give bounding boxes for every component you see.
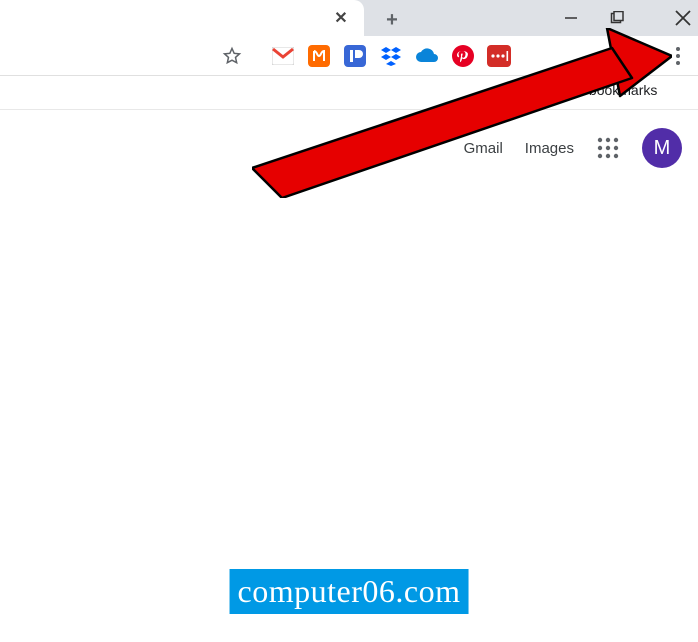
extension-dropbox[interactable] <box>378 43 404 69</box>
window-minimize-button[interactable] <box>548 0 594 36</box>
extension-pushbullet[interactable] <box>342 43 368 69</box>
new-tab-button[interactable]: + <box>380 8 404 32</box>
honey-icon <box>308 45 330 67</box>
chrome-menu-button[interactable] <box>664 42 692 70</box>
google-apps-button[interactable] <box>596 136 620 160</box>
active-tab[interactable] <box>0 0 364 36</box>
pushbullet-icon <box>344 45 366 67</box>
extension-honey[interactable] <box>306 43 332 69</box>
minimize-icon <box>564 11 578 25</box>
extension-onedrive[interactable] <box>414 43 440 69</box>
browser-toolbar <box>0 36 698 76</box>
star-icon <box>222 46 242 66</box>
extension-lastpass[interactable] <box>486 43 512 69</box>
google-header-links: Gmail Images M <box>464 128 682 168</box>
lastpass-icon <box>487 45 511 67</box>
watermark: computer06.com <box>230 569 469 614</box>
apps-grid-icon <box>596 136 620 160</box>
kebab-menu-icon <box>675 46 681 66</box>
toolbar-separator <box>612 44 613 68</box>
extension-pinterest[interactable] <box>450 43 476 69</box>
bookmarks-bar: Other bookmarks <box>0 76 698 110</box>
images-link[interactable]: Images <box>525 140 574 157</box>
onedrive-icon <box>415 48 439 64</box>
gmail-link[interactable]: Gmail <box>464 140 503 157</box>
extension-row <box>270 42 512 70</box>
gmail-icon <box>272 47 294 65</box>
profile-button[interactable] <box>625 42 653 70</box>
other-bookmarks-label: Other bookmarks <box>550 82 657 98</box>
profile-icon <box>630 47 648 65</box>
tab-close-button[interactable]: ✕ <box>333 10 349 26</box>
account-avatar[interactable]: M <box>642 128 682 168</box>
maximize-icon <box>610 11 624 25</box>
pinterest-icon <box>452 45 474 67</box>
window-close-button[interactable] <box>668 0 698 36</box>
other-bookmarks-folder[interactable]: Other bookmarks <box>524 82 657 98</box>
folder-icon <box>524 83 542 97</box>
tab-strip: ✕ + <box>0 0 698 36</box>
dropbox-icon <box>380 46 402 66</box>
bookmark-star-button[interactable] <box>222 46 242 66</box>
close-icon <box>674 9 692 27</box>
window-maximize-button[interactable] <box>594 0 640 36</box>
extension-gmail[interactable] <box>270 43 296 69</box>
